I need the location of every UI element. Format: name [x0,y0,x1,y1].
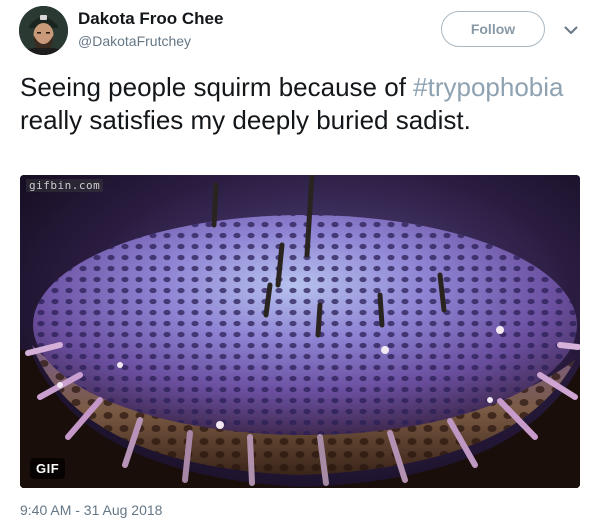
tweet-text-end: really satisfies my deeply buried sadist… [20,105,471,135]
chevron-down-icon [564,26,578,34]
avatar-image [19,6,68,55]
display-name[interactable]: Dakota Froo Chee [78,9,223,29]
follow-button[interactable]: Follow [441,11,545,47]
tweet-timestamp[interactable]: 9:40 AM - 31 Aug 2018 [20,502,162,518]
tweet-text-start: Seeing people squirm because of [20,72,414,102]
gif-media[interactable]: gifbin.com GIF [20,175,580,488]
coral-image [20,175,580,488]
tweet-card: Dakota Froo Chee @DakotaFrutchey Follow … [0,0,606,521]
gifbin-watermark: gifbin.com [26,179,104,192]
gif-badge: GIF [30,458,66,479]
more-menu-button[interactable] [561,20,581,40]
avatar[interactable] [19,6,68,55]
user-handle[interactable]: @DakotaFrutchey [78,33,191,49]
hashtag-link[interactable]: #trypophobia [413,72,563,102]
tweet-text: Seeing people squirm because of #trypoph… [20,71,580,137]
